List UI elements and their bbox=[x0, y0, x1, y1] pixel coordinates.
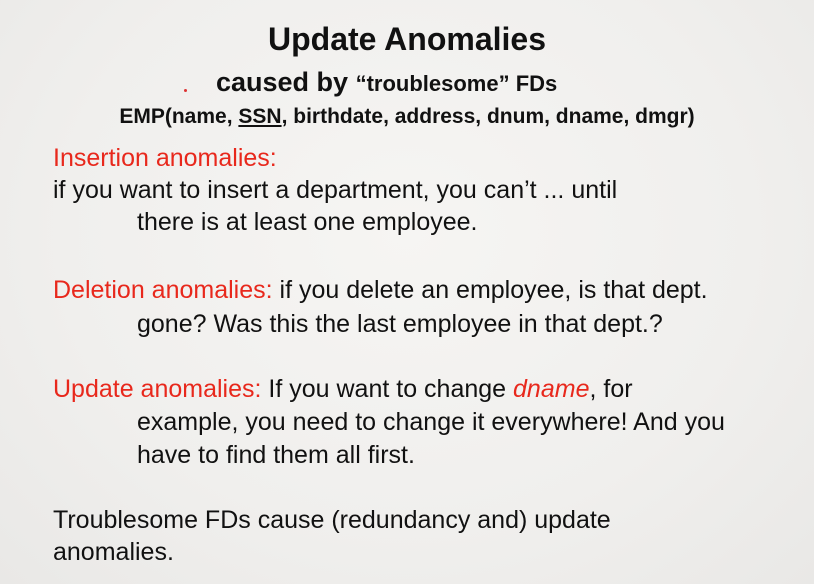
update-attribute: dname bbox=[513, 375, 590, 403]
summary-line-2: anomalies. bbox=[53, 538, 174, 566]
update-heading: Update anomalies: bbox=[53, 375, 262, 403]
subtitle-quoted: “troublesome” FDs bbox=[355, 71, 558, 96]
update-line-3: have to find them all first. bbox=[137, 441, 415, 469]
schema-before: EMP(name, bbox=[119, 105, 239, 128]
deletion-line-2: gone? Was this the last employee in that… bbox=[137, 310, 663, 338]
insertion-line-2: there is at least one employee. bbox=[137, 208, 478, 236]
deletion-heading: Deletion anomalies: bbox=[53, 276, 273, 304]
relation-schema: EMP(name, SSN, birthdate, address, dnum,… bbox=[0, 104, 814, 130]
subtitle-prefix: caused by bbox=[216, 67, 349, 97]
update-text-1-end: , for bbox=[589, 375, 633, 403]
schema-after: , birthdate, address, dnum, dname, dmgr) bbox=[281, 105, 695, 128]
slide-title: Update Anomalies bbox=[268, 21, 546, 57]
insertion-heading: Insertion anomalies: bbox=[53, 144, 277, 172]
update-text-1: If you want to change bbox=[261, 375, 514, 403]
update-line-2: example, you need to change it everywher… bbox=[137, 408, 725, 436]
slide-subtitle: caused by “troublesome” FDs bbox=[216, 66, 557, 100]
slide: Update Anomalies caused by “troublesome”… bbox=[0, 0, 814, 584]
insertion-line-1: if you want to insert a department, you … bbox=[53, 176, 618, 204]
deletion-text-1: if you delete an employee, is that dept. bbox=[272, 276, 708, 304]
deletion-line-1: Deletion anomalies: if you delete an emp… bbox=[53, 275, 708, 305]
summary-line-1: Troublesome FDs cause (redundancy and) u… bbox=[53, 506, 611, 534]
update-line-1: Update anomalies: If you want to change … bbox=[53, 374, 633, 404]
red-dot-mark bbox=[184, 89, 187, 92]
schema-key-attribute: SSN bbox=[238, 105, 282, 128]
